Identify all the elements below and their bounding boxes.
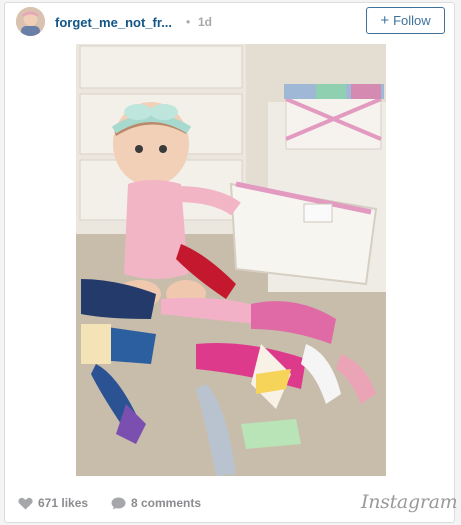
likes-count[interactable]: 671 likes [18, 496, 88, 510]
instagram-embed-card: forget_me_not_fr... • 1d + Follow 671 li… [4, 2, 458, 523]
likes-label: 671 likes [38, 496, 89, 510]
photo-image [76, 44, 386, 476]
username-link[interactable]: forget_me_not_fr... [55, 15, 172, 30]
comments-count[interactable]: 8 comments [111, 496, 201, 510]
plus-icon: + [380, 12, 390, 29]
post-timestamp[interactable]: 1d [198, 15, 212, 29]
avatar-image [16, 7, 45, 36]
separator-dot: • [186, 15, 191, 29]
speech-bubble-icon [111, 497, 126, 509]
follow-button[interactable]: + Follow [366, 7, 445, 34]
profile-avatar[interactable] [16, 7, 45, 36]
post-footer: 671 likes 8 comments Instagram [5, 485, 458, 521]
instagram-logo[interactable]: Instagram [361, 491, 458, 513]
follow-label: Follow [393, 13, 431, 28]
post-photo[interactable] [76, 44, 386, 476]
comments-label: 8 comments [131, 496, 202, 510]
post-header: forget_me_not_fr... • 1d + Follow [5, 3, 454, 41]
heart-icon [18, 497, 33, 509]
